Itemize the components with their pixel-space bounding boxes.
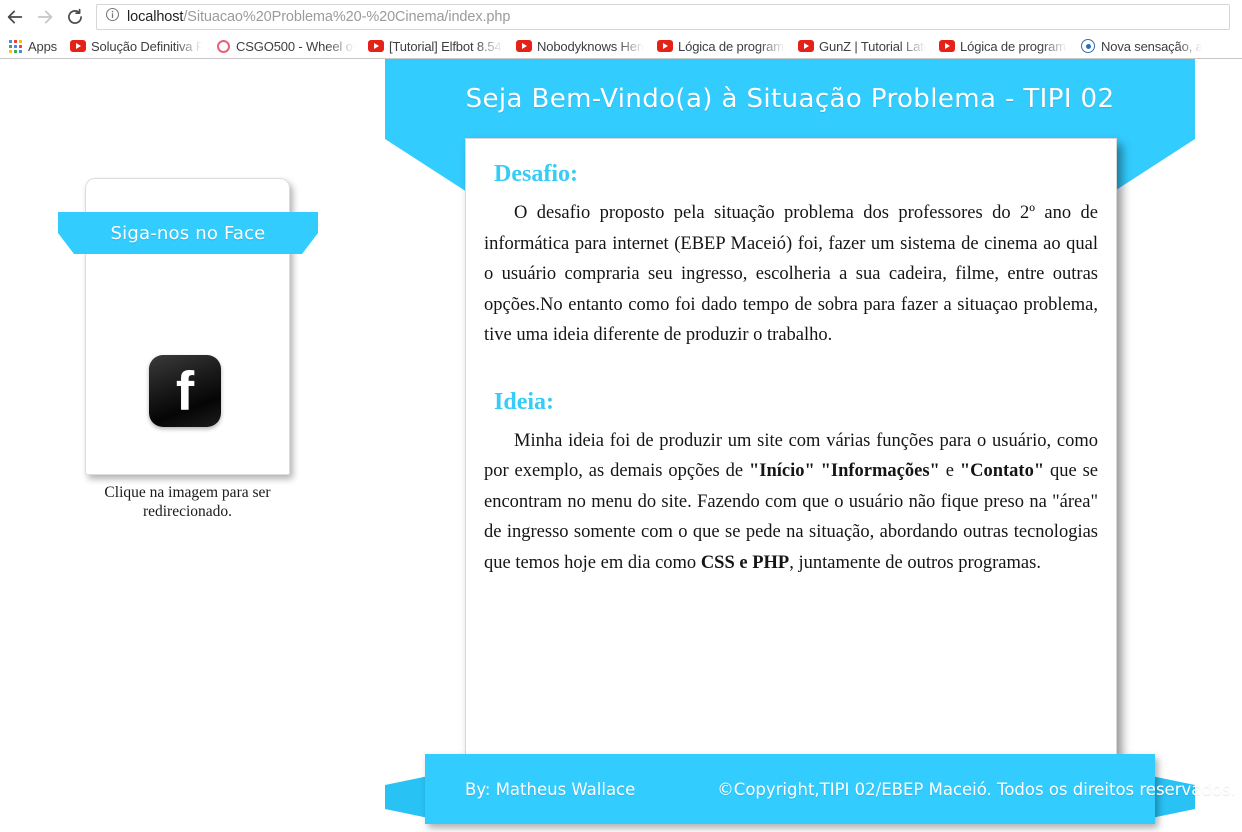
bookmark-label: [Tutorial] Elfbot 8.54 ( <box>389 38 504 54</box>
idea-bold-informacoes: "Informações" <box>820 461 940 481</box>
footer-author: By: Matheus Wallace <box>465 779 636 799</box>
site-footer-banner: By: Matheus Wallace ©Copyright,TIPI 02/E… <box>385 754 1236 832</box>
facebook-glyph: f <box>175 359 195 422</box>
bookmark-item[interactable]: [Tutorial] Elfbot 8.54 ( <box>368 36 503 56</box>
bookmark-label: Nobodyknows Heros <box>537 38 645 54</box>
ring-icon <box>215 38 231 54</box>
bookmark-item[interactable]: GunZ | Tutorial Late D <box>798 36 926 56</box>
bookmark-label: Solução Definitiva Par <box>91 38 203 54</box>
main-content-card: Desafio: O desafio proposto pela situaçã… <box>465 138 1117 755</box>
reload-icon <box>65 7 85 27</box>
bookmarks-bar: Apps Solução Definitiva Par CSGO500 - Wh… <box>0 34 1242 58</box>
info-circle-icon[interactable] <box>105 7 120 27</box>
arrow-left-icon <box>5 7 25 27</box>
youtube-icon <box>70 38 87 54</box>
url-host: localhost <box>127 9 184 25</box>
facebook-caption: Clique na imagem para ser redirecionado. <box>104 484 271 520</box>
back-button[interactable] <box>0 2 30 32</box>
youtube-icon <box>516 38 533 54</box>
header-ribbon-tail-left <box>385 139 467 192</box>
idea-text-3: , juntamente de outros programas. <box>789 552 1041 573</box>
challenge-paragraph: O desafio proposto pela situação problem… <box>484 203 1098 345</box>
youtube-icon <box>368 38 385 54</box>
idea-bold-contato: "Contato" <box>959 461 1045 481</box>
idea-bold-inicio: "Início" <box>748 461 815 481</box>
youtube-icon <box>798 38 815 54</box>
idea-heading: Ideia: <box>494 388 554 415</box>
browser-chrome: localhost/Situacao%20Problema%20-%20Cine… <box>0 0 1242 59</box>
facebook-icon[interactable]: f <box>149 355 221 427</box>
facebook-ribbon-banner: Siga-nos no Face <box>58 212 318 254</box>
bookmark-item[interactable]: Lógica de programaçã <box>657 36 785 56</box>
arrow-right-icon <box>35 7 55 27</box>
footer-copyright: ©Copyright,TIPI 02/EBEP Maceió. Todos os… <box>717 779 1236 799</box>
page-title: Seja Bem-Vindo(a) à Situação Problema - … <box>465 84 1115 114</box>
idea-sep-2: e <box>939 461 960 481</box>
bookmark-item[interactable]: Solução Definitiva Par <box>70 36 202 56</box>
bookmark-item[interactable]: Nova sensação, aul <box>1080 36 1202 56</box>
youtube-icon <box>939 38 956 54</box>
reload-button[interactable] <box>60 2 90 32</box>
challenge-heading: Desafio: <box>494 161 578 187</box>
header-ribbon-tail-right <box>1113 139 1195 192</box>
url-path: /Situacao%20Problema%20-%20Cinema/index.… <box>183 9 511 25</box>
forward-button[interactable] <box>30 2 60 32</box>
bookmark-label: Lógica de programaçã <box>678 38 785 54</box>
bookmark-item[interactable]: CSGO500 - Wheel of F <box>215 36 355 56</box>
bookmark-apps[interactable]: Apps <box>7 36 57 56</box>
bookmark-label: CSGO500 - Wheel of F <box>236 38 356 54</box>
footer-band: By: Matheus Wallace ©Copyright,TIPI 02/E… <box>425 754 1236 824</box>
facebook-link[interactable]: f <box>149 355 221 427</box>
bookmark-label: GunZ | Tutorial Late D <box>819 38 926 54</box>
spiral-icon <box>1080 38 1096 54</box>
apps-grid-icon <box>7 38 23 54</box>
browser-toolbar: localhost/Situacao%20Problema%20-%20Cine… <box>0 0 1242 34</box>
facebook-ribbon-label: Siga-nos no Face <box>110 222 266 244</box>
bookmark-item[interactable]: Lógica de programaçã <box>939 36 1067 56</box>
url-text: localhost/Situacao%20Problema%20-%20Cine… <box>127 9 510 25</box>
idea-bold-css-php: CSS e PHP <box>700 552 790 573</box>
bookmark-label: Nova sensação, aul <box>1101 38 1203 54</box>
youtube-icon <box>657 38 674 54</box>
bookmark-label: Lógica de programaçã <box>960 38 1067 54</box>
bookmark-label: Apps <box>28 38 58 54</box>
idea-paragraph: Minha ideia foi de produzir um site com … <box>476 426 1104 579</box>
bookmark-item[interactable]: Nobodyknows Heros <box>516 36 644 56</box>
address-bar[interactable]: localhost/Situacao%20Problema%20-%20Cine… <box>96 4 1230 30</box>
page-viewport: Seja Bem-Vindo(a) à Situação Problema - … <box>0 59 1242 832</box>
